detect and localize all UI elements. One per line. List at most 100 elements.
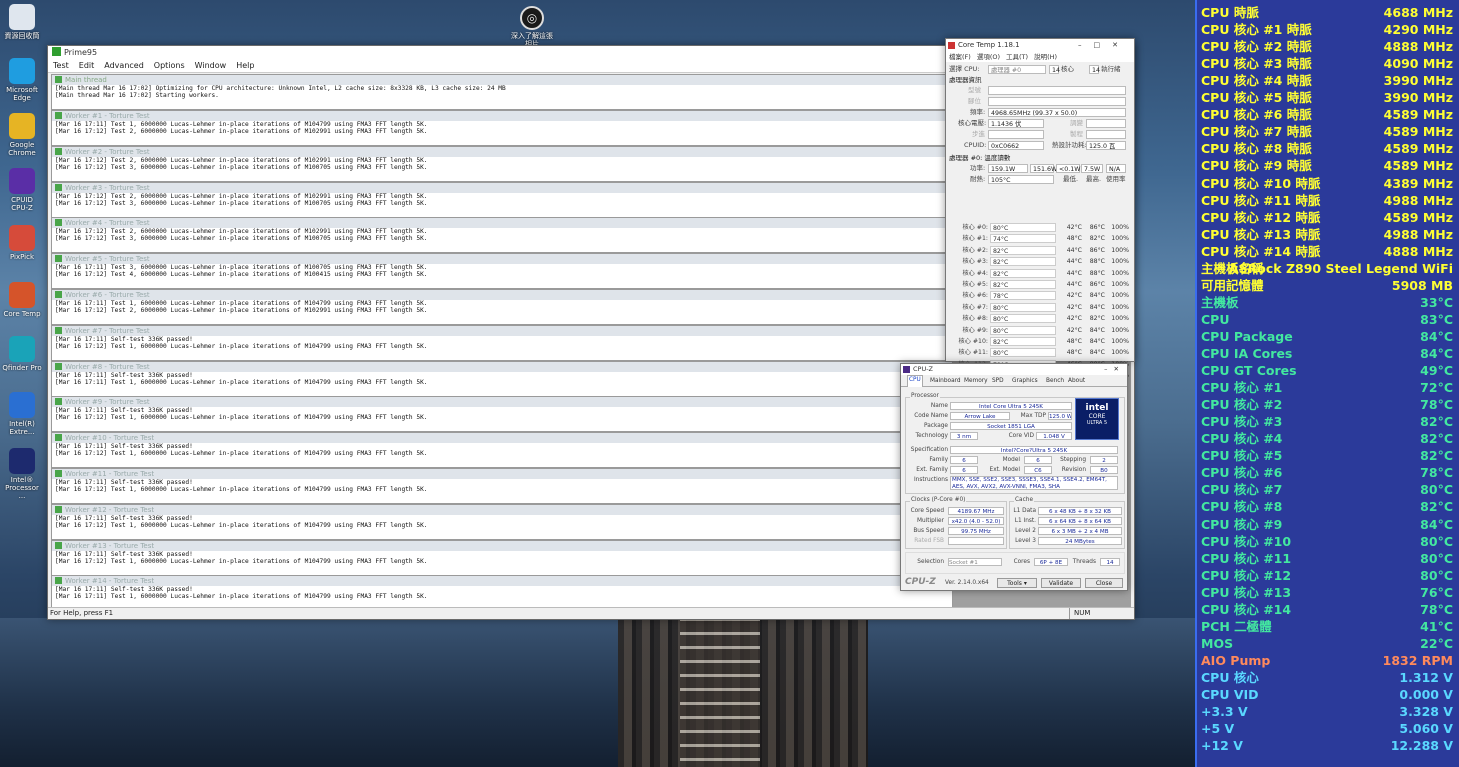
worker-window[interactable]: Worker #12 - Torture Test [Mar 16 17:11] … <box>51 503 953 540</box>
coretemp-menu-item[interactable]: 說明(H) <box>1034 53 1063 61</box>
desktop-shortcut-label: Intel® Processor ... <box>5 476 39 500</box>
sensor-value: 4589 MHz <box>1383 158 1453 174</box>
worker-titlebar[interactable]: Worker #12 - Torture Test <box>52 504 952 515</box>
log-line: [Mar 16 17:12] Test 4, 6000000 Lucas-Leh… <box>55 271 428 279</box>
desktop-shortcut[interactable]: Microsoft Edge <box>2 58 42 102</box>
validate-button[interactable]: Validate <box>1041 578 1081 588</box>
cpuid-label: CPUID: <box>964 141 987 149</box>
worker-window[interactable]: Worker #5 - Torture Test [Mar 16 17:11] T… <box>51 253 953 290</box>
worker-window[interactable]: Worker #9 - Torture Test [Mar 16 17:11] S… <box>51 396 953 433</box>
desktop-shortcut[interactable]: PixPick <box>2 225 42 261</box>
tools-button[interactable]: Tools ▾ <box>997 578 1037 588</box>
worker-titlebar[interactable]: Worker #14 - Torture Test <box>52 576 952 587</box>
coretemp-menu-item[interactable]: 選項(O) <box>977 53 1006 61</box>
worker-titlebar[interactable]: Worker #3 - Torture Test <box>52 182 952 193</box>
sensor-row: CPU 時脈 4688 MHz <box>1201 4 1455 21</box>
worker-window[interactable]: Worker #2 - Torture Test [Mar 16 17:12] T… <box>51 145 953 182</box>
worker-window[interactable]: Worker #14 - Torture Test [Mar 16 17:11] … <box>51 575 953 612</box>
worker-titlebar[interactable]: Worker #4 - Torture Test <box>52 218 952 229</box>
worker-window[interactable]: Worker #13 - Torture Test [Mar 16 17:11] … <box>51 539 953 576</box>
core-label: 核心 #2: <box>962 246 988 254</box>
desktop-shortcut[interactable]: Intel® Processor ... <box>2 448 42 500</box>
minimize-icon[interactable]: – <box>1078 41 1094 49</box>
close-button[interactable]: Close <box>1085 578 1123 588</box>
desktop-shortcut[interactable]: CPUID CPU-Z <box>2 168 42 212</box>
close-icon[interactable]: ✕ <box>1112 41 1130 49</box>
coretemp-menu-item[interactable]: 檔案(F) <box>949 53 977 61</box>
ext-model-value: C6 <box>1024 466 1052 474</box>
tab-about[interactable]: About <box>1067 377 1086 385</box>
specification-label: Specification <box>910 447 948 453</box>
worker-titlebar[interactable]: Worker #6 - Torture Test <box>52 290 952 300</box>
worker-titlebar[interactable]: Worker #11 - Torture Test <box>52 469 952 479</box>
worker-title: Worker #1 - Torture Test <box>65 112 150 120</box>
menu-item-test[interactable]: Test <box>48 61 74 70</box>
worker-titlebar[interactable]: Worker #13 - Torture Test <box>52 540 952 551</box>
tab-bench[interactable]: Bench <box>1045 377 1065 385</box>
clocks-group-title: Clocks (P-Core #0) <box>910 497 967 503</box>
desktop-shortcut[interactable]: Intel(R) Extre... <box>2 392 42 436</box>
coretemp-menu-item[interactable]: 工具(T) <box>1006 53 1034 61</box>
coretemp-window[interactable]: Core Temp 1.18.1 –□✕ 檔案(F) 選項(O) 工具(T) 說明(H… <box>945 38 1135 381</box>
tab-mainboard[interactable]: Mainboard <box>929 377 962 385</box>
tab-graphics[interactable]: Graphics <box>1011 377 1039 385</box>
desktop-shortcut[interactable]: Qfinder Pro <box>2 336 42 372</box>
core-label: 核心 #11: <box>958 349 988 357</box>
tab-cpu[interactable]: CPU <box>907 375 923 387</box>
level2-label: Level 2 <box>1015 528 1036 534</box>
core-max-temp: 84°C <box>1089 349 1105 357</box>
menu-item-options[interactable]: Options <box>149 61 190 70</box>
worker-titlebar[interactable]: Worker #2 - Torture Test <box>52 146 952 157</box>
worker-window[interactable]: Worker #7 - Torture Test [Mar 16 17:11] S… <box>51 324 953 361</box>
core-min-temp: 44°C <box>1066 258 1082 266</box>
sensor-label: CPU 時脈 <box>1201 5 1259 20</box>
log-line: [Mar 16 17:12] Test 2, 6000000 Lucas-Leh… <box>55 128 428 135</box>
camera-icon: ◎ <box>520 6 544 30</box>
cpuz-window[interactable]: CPU-Z – ✕ CPU Mainboard Memory SPD Graphics Be… <box>900 363 1128 591</box>
worker-window[interactable]: Worker #8 - Torture Test [Mar 16 17:11] S… <box>51 360 953 397</box>
worker-titlebar[interactable]: Worker #1 - Torture Test <box>52 111 952 121</box>
worker-window[interactable]: Worker #4 - Torture Test [Mar 16 17:12] T… <box>51 217 953 254</box>
worker-window[interactable]: Worker #11 - Torture Test [Mar 16 17:11] … <box>51 468 953 504</box>
load-column-header: 使用率 <box>1106 175 1126 183</box>
desktop-shortcut[interactable]: Core Temp <box>2 282 42 318</box>
worker-titlebar[interactable]: Worker #10 - Torture Test <box>52 433 952 444</box>
worker-titlebar[interactable]: Worker #9 - Torture Test <box>52 397 952 408</box>
minimize-icon[interactable]: – <box>1104 365 1107 373</box>
desktop-shortcut[interactable]: 資源回收筒 <box>2 4 42 40</box>
tab-memory[interactable]: Memory <box>963 377 989 385</box>
cpuz-titlebar[interactable]: CPU-Z – ✕ <box>901 364 1127 375</box>
maximize-icon[interactable]: □ <box>1094 41 1113 49</box>
learn-about-photo-shortcut[interactable]: ◎ 深入了解這張相片 <box>508 6 556 48</box>
worker-titlebar[interactable]: Worker #8 - Torture Test <box>52 361 952 372</box>
tab-spd[interactable]: SPD <box>991 377 1005 385</box>
main-thread-titlebar[interactable]: Main thread <box>52 75 952 85</box>
desktop-shortcut-label: Intel(R) Extre... <box>9 420 35 436</box>
stepping-label: Stepping <box>1060 457 1086 463</box>
selection-dropdown[interactable]: Socket #1 <box>948 558 1002 566</box>
log-line: [Mar 16 17:11] Self-test 336K passed! <box>55 514 193 522</box>
menu-item-help[interactable]: Help <box>231 61 259 70</box>
clocks-group: Clocks (P-Core #0) Core Speed 4189.67 MH… <box>905 497 1007 549</box>
worker-window[interactable]: Worker #6 - Torture Test [Mar 16 17:11] T… <box>51 289 953 325</box>
desktop-shortcut[interactable]: Google Chrome <box>2 113 42 157</box>
worker-titlebar[interactable]: Worker #5 - Torture Test <box>52 254 952 265</box>
platform-label: 腳位 <box>968 97 981 105</box>
core-temp: 82°C <box>990 257 1056 267</box>
menu-item-edit[interactable]: Edit <box>74 61 100 70</box>
sensor-label: CPU 核心 #13 <box>1201 584 1292 600</box>
worker-titlebar[interactable]: Worker #7 - Torture Test <box>52 325 952 336</box>
worker-window[interactable]: Worker #1 - Torture Test [Mar 16 17:11] T… <box>51 110 953 146</box>
temperature-readings-heading: 處理器 #0: 溫度讀數 <box>949 154 1011 162</box>
close-icon[interactable]: ✕ <box>1114 365 1119 373</box>
coretemp-titlebar[interactable]: Core Temp 1.18.1 –□✕ <box>946 39 1134 52</box>
menu-item-window[interactable]: Window <box>190 61 232 70</box>
main-thread-window[interactable]: Main thread [Main thread Mar 16 17:02] O… <box>51 74 953 110</box>
main-thread-title: Main thread <box>65 76 107 84</box>
worker-window[interactable]: Worker #3 - Torture Test [Mar 16 17:12] T… <box>51 181 953 218</box>
menu-item-advanced[interactable]: Advanced <box>99 61 149 70</box>
l1-inst-value: 6 x 64 KB + 8 x 64 KB <box>1038 517 1122 525</box>
select-cpu-dropdown[interactable]: 處理器 #0 <box>988 65 1046 74</box>
tjmax-value: 105°C <box>988 175 1054 184</box>
worker-window[interactable]: Worker #10 - Torture Test [Mar 16 17:11] … <box>51 432 953 469</box>
